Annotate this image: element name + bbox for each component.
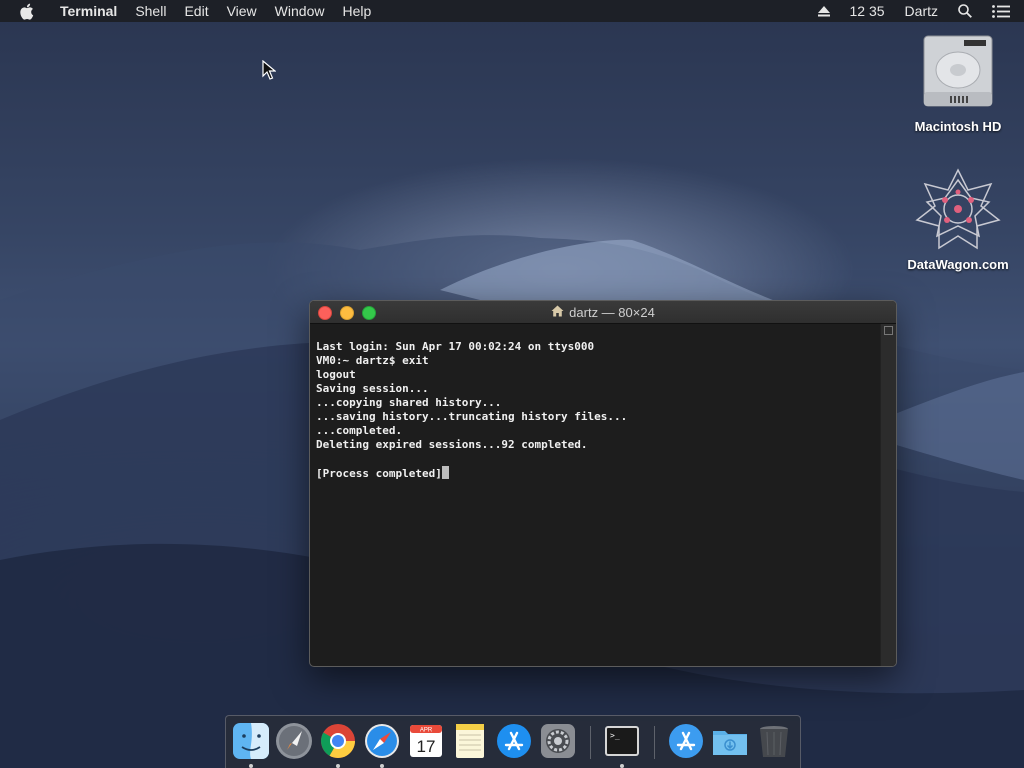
menu-bar: Terminal Shell Edit View Window Help 12 …: [0, 0, 1024, 22]
notes-icon: [456, 724, 484, 758]
hard-drive-icon: [903, 32, 1013, 115]
calendar-month: APR: [420, 728, 433, 734]
dock-item-launchpad[interactable]: [275, 722, 313, 760]
zoom-button[interactable]: [362, 306, 376, 320]
dock: APR 17 >_: [225, 715, 801, 768]
terminal-line: [Process completed]: [316, 467, 442, 480]
desktop-icon-label: DataWagon.com: [907, 257, 1009, 272]
scrollbar-split-button[interactable]: [884, 326, 893, 335]
menu-view[interactable]: View: [218, 0, 266, 22]
terminal-line: ...copying shared history...: [316, 396, 502, 409]
terminal-output[interactable]: Last login: Sun Apr 17 00:02:24 on ttys0…: [310, 324, 881, 666]
dock-item-applications[interactable]: [667, 722, 705, 760]
dock-item-chrome[interactable]: [319, 722, 357, 760]
menu-app-terminal[interactable]: Terminal: [51, 0, 126, 22]
terminal-line: Deleting expired sessions...92 completed…: [316, 438, 588, 451]
terminal-titlebar[interactable]: dartz — 80×24: [310, 301, 896, 324]
dock-item-finder[interactable]: [232, 722, 270, 760]
downloads-folder-icon: [713, 731, 747, 755]
menu-shell[interactable]: Shell: [126, 0, 175, 22]
running-indicator: [336, 764, 340, 768]
dock-item-calendar[interactable]: APR 17: [407, 722, 445, 760]
datawagon-logo-icon: [903, 168, 1013, 253]
applications-folder-icon: [669, 724, 703, 758]
dock-item-trash[interactable]: [755, 722, 793, 760]
apple-menu-icon[interactable]: [19, 2, 37, 20]
chrome-icon: [321, 724, 355, 758]
terminal-title: dartz — 80×24: [569, 304, 655, 320]
dock-separator: [654, 726, 655, 759]
dock-item-downloads[interactable]: [711, 722, 749, 760]
desktop-icon-macintosh-hd[interactable]: Macintosh HD: [903, 32, 1013, 134]
notification-center-icon[interactable]: [982, 4, 1024, 18]
close-button[interactable]: [318, 306, 332, 320]
calendar-icon: APR 17: [410, 725, 442, 757]
dock-item-app-store[interactable]: [495, 722, 533, 760]
calendar-day: 17: [417, 737, 436, 756]
dock-item-terminal[interactable]: >_: [603, 722, 641, 760]
svg-text:>_: >_: [610, 731, 620, 740]
terminal-window[interactable]: dartz — 80×24 Last login: Sun Apr 17 00:…: [309, 300, 897, 667]
terminal-line: ...completed.: [316, 424, 403, 437]
dock-item-notes[interactable]: [451, 722, 489, 760]
dock-item-safari[interactable]: [363, 722, 401, 760]
terminal-line: VM0:~ dartz$ exit: [316, 354, 429, 367]
terminal-scrollbar[interactable]: [880, 324, 896, 666]
terminal-line: Saving session...: [316, 382, 429, 395]
mouse-cursor-icon: [262, 60, 276, 80]
terminal-cursor: [441, 466, 449, 479]
terminal-line: Last login: Sun Apr 17 00:02:24 on ttys0…: [316, 340, 595, 353]
trash-icon: [760, 726, 788, 757]
dock-item-system-preferences[interactable]: [539, 722, 577, 760]
launchpad-icon: [276, 723, 312, 759]
app-store-icon: [497, 724, 531, 758]
running-indicator: [249, 764, 253, 768]
desktop-icon-datawagon[interactable]: DataWagon.com: [903, 168, 1013, 272]
eject-icon[interactable]: [808, 5, 840, 17]
terminal-icon: >_: [605, 726, 639, 756]
finder-icon: [233, 723, 269, 759]
minimize-button[interactable]: [340, 306, 354, 320]
running-indicator: [380, 764, 384, 768]
menu-window[interactable]: Window: [266, 0, 334, 22]
terminal-last-line: [Process completed]: [316, 466, 875, 481]
terminal-line: ...saving history...truncating history f…: [316, 410, 628, 423]
dock-separator: [590, 726, 591, 759]
menu-edit[interactable]: Edit: [175, 0, 217, 22]
menu-help[interactable]: Help: [333, 0, 380, 22]
safari-icon: [365, 724, 399, 758]
home-icon: [551, 305, 564, 320]
terminal-line: logout: [316, 368, 356, 381]
menu-clock[interactable]: 12 35: [840, 0, 895, 22]
system-preferences-icon: [541, 724, 575, 758]
spotlight-search-icon[interactable]: [948, 4, 982, 18]
desktop-icon-label: Macintosh HD: [914, 119, 1002, 134]
running-indicator: [620, 764, 624, 768]
menu-user[interactable]: Dartz: [895, 0, 948, 22]
